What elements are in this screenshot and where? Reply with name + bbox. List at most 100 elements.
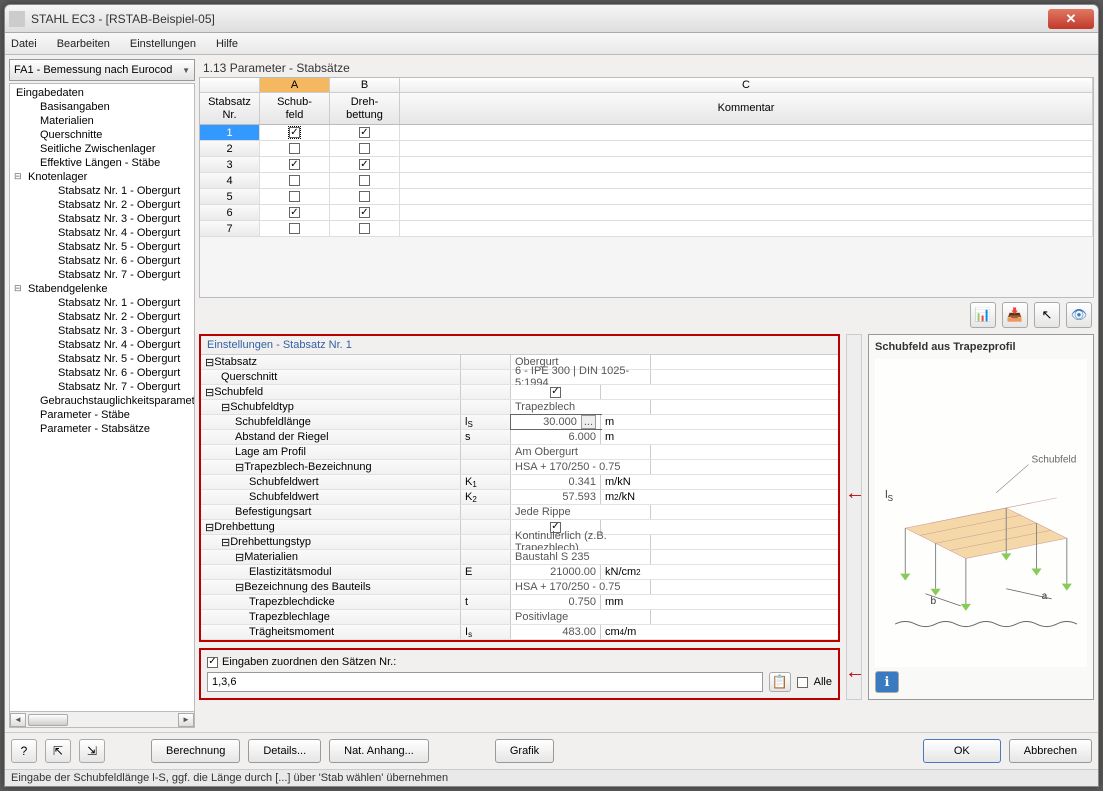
checkbox[interactable] [359,223,370,234]
menu-edit[interactable]: Bearbeiten [57,38,110,50]
abbrechen-button[interactable]: Abbrechen [1009,739,1092,763]
tree-item[interactable]: Stabsatz Nr. 4 - Obergurt [10,226,194,240]
excel-import-icon[interactable]: 📥 [1002,302,1028,328]
view-icon[interactable]: 👁 [1066,302,1092,328]
detail-scrollbar[interactable] [846,334,862,700]
tree-item[interactable]: Stabsatz Nr. 6 - Obergurt [10,366,194,380]
tree-item[interactable]: Materialien [10,114,194,128]
grafik-button[interactable]: Grafik [495,739,554,763]
tree-item[interactable]: Gebrauchstauglichkeitsparameter [10,394,194,408]
menu-file[interactable]: Datei [11,38,37,50]
assign-checkbox[interactable] [207,657,218,668]
tree-item[interactable]: Basisangaben [10,100,194,114]
checkbox[interactable] [359,207,370,218]
checkbox[interactable] [289,175,300,186]
alle-checkbox[interactable] [797,677,808,688]
tree-item[interactable]: Stabsatz Nr. 3 - Obergurt [10,212,194,226]
checkbox[interactable] [359,143,370,154]
tree-item[interactable]: Querschnitte [10,128,194,142]
dreh-cell[interactable] [330,125,400,140]
schub-cell[interactable] [260,173,330,188]
schub-cell[interactable] [260,189,330,204]
dreh-cell[interactable] [330,173,400,188]
checkbox[interactable] [289,143,300,154]
info-icon[interactable]: ℹ [875,671,899,693]
anhang-button[interactable]: Nat. Anhang... [329,739,429,763]
row-number[interactable]: 7 [200,221,260,236]
checkbox[interactable] [359,127,370,138]
menu-settings[interactable]: Einstellungen [130,38,196,50]
ok-button[interactable]: OK [923,739,1001,763]
kommentar-cell[interactable] [400,189,1093,204]
schub-cell[interactable] [260,125,330,140]
export-icon[interactable]: ⇲ [79,739,105,763]
tree-item[interactable]: Stabsatz Nr. 5 - Obergurt [10,352,194,366]
kommentar-cell[interactable] [400,141,1093,156]
checkbox[interactable] [289,191,300,202]
schub-cell[interactable] [260,221,330,236]
tree-item[interactable]: Seitliche Zwischenlager [10,142,194,156]
kommentar-cell[interactable] [400,125,1093,140]
checkbox[interactable] [289,127,300,138]
tree-item[interactable]: Stabsatz Nr. 6 - Obergurt [10,254,194,268]
tree-item[interactable]: Stabsatz Nr. 7 - Obergurt [10,268,194,282]
col-b[interactable]: B [330,78,400,92]
checkbox[interactable] [289,159,300,170]
tree-item[interactable]: Stabsatz Nr. 1 - Obergurt [10,184,194,198]
tree-stabend[interactable]: Stabendgelenke [10,282,194,296]
tree-knotenlager[interactable]: Knotenlager [10,170,194,184]
checkbox[interactable] [289,207,300,218]
dreh-cell[interactable] [330,157,400,172]
row-number[interactable]: 4 [200,173,260,188]
dreh-cell[interactable] [330,189,400,204]
checkbox[interactable] [359,159,370,170]
tree-scrollbar[interactable]: ◄ ► [9,712,195,728]
dreh-cell[interactable] [330,221,400,236]
kommentar-cell[interactable] [400,173,1093,188]
tree-item[interactable]: Stabsatz Nr. 3 - Obergurt [10,324,194,338]
col-c[interactable]: C [400,78,1093,92]
tree-item[interactable]: Effektive Längen - Stäbe [10,156,194,170]
row-number[interactable]: 5 [200,189,260,204]
close-button[interactable]: ✕ [1048,9,1094,29]
schub-cell[interactable] [260,141,330,156]
checkbox[interactable] [359,175,370,186]
col-a[interactable]: A [260,78,330,92]
tree-item[interactable]: Parameter - Stäbe [10,408,194,422]
details-button[interactable]: Details... [248,739,321,763]
pick-members-icon[interactable]: 📋 [769,672,791,692]
tree-item[interactable]: Stabsatz Nr. 2 - Obergurt [10,310,194,324]
tree-item[interactable]: Stabsatz Nr. 5 - Obergurt [10,240,194,254]
case-combo[interactable]: FA1 - Bemessung nach Eurocod [9,59,195,81]
help-icon[interactable]: ? [11,739,37,763]
tree-item[interactable]: Stabsatz Nr. 4 - Obergurt [10,338,194,352]
row-number[interactable]: 3 [200,157,260,172]
dreh-cell[interactable] [330,141,400,156]
tree-item[interactable]: Parameter - Stabsätze [10,422,194,436]
scroll-right-icon[interactable]: ► [178,713,194,727]
scroll-left-icon[interactable]: ◄ [10,713,26,727]
row-number[interactable]: 6 [200,205,260,220]
menu-help[interactable]: Hilfe [216,38,238,50]
tree-item[interactable]: Stabsatz Nr. 1 - Obergurt [10,296,194,310]
row-number[interactable]: 2 [200,141,260,156]
checkbox[interactable] [359,191,370,202]
assign-input[interactable] [207,672,763,692]
excel-export-icon[interactable]: 📊 [970,302,996,328]
row-number[interactable]: 1 [200,125,260,140]
kommentar-cell[interactable] [400,221,1093,236]
tree[interactable]: Eingabedaten Basisangaben Materialien Qu… [9,83,195,712]
berechnung-button[interactable]: Berechnung [151,739,240,763]
tree-root[interactable]: Eingabedaten [10,86,194,100]
kommentar-cell[interactable] [400,205,1093,220]
scroll-thumb[interactable] [28,714,68,726]
kommentar-cell[interactable] [400,157,1093,172]
tree-item[interactable]: Stabsatz Nr. 2 - Obergurt [10,198,194,212]
checkbox[interactable] [289,223,300,234]
schub-cell[interactable] [260,157,330,172]
tree-item[interactable]: Stabsatz Nr. 7 - Obergurt [10,380,194,394]
schubfeld-checkbox[interactable] [550,387,561,398]
pick-icon[interactable]: ↖ [1034,302,1060,328]
schub-cell[interactable] [260,205,330,220]
import-icon[interactable]: ⇱ [45,739,71,763]
